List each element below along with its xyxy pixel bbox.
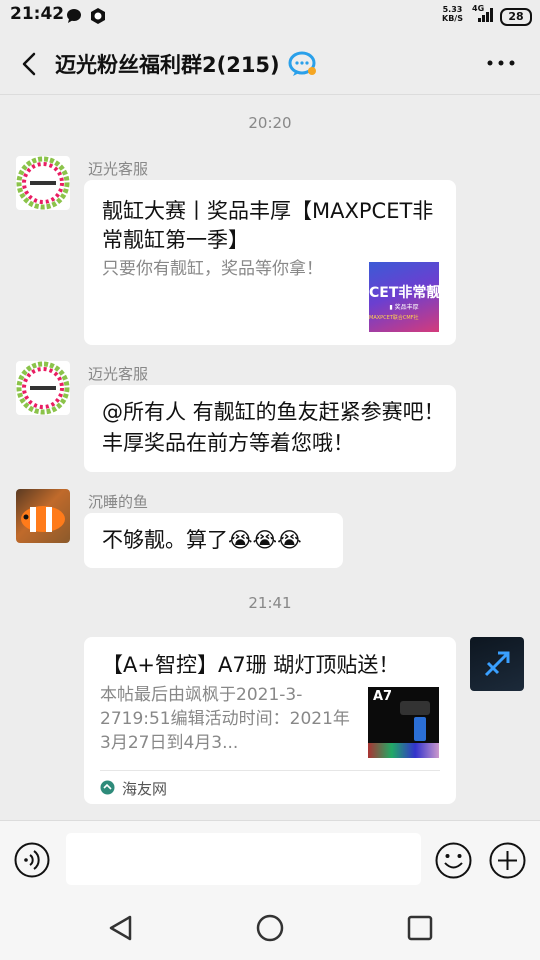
square-recent-icon[interactable]: [407, 915, 433, 941]
link-card[interactable]: 靓缸大赛丨奖品丰厚【MAXPCET非常靓缸第一季】 只要你有靓缸，奖品等你拿！ …: [84, 180, 456, 345]
text-bubble[interactable]: @所有人 有靓缸的鱼友赶紧参赛吧！丰厚奖品在前方等着您哦！: [84, 385, 456, 472]
sender-name: 迈光客服: [88, 160, 149, 178]
input-bar: [0, 820, 540, 899]
message-notification-icon: [67, 9, 81, 23]
thumb-device: [400, 701, 430, 715]
maxpcet-logo-icon: [16, 156, 70, 210]
status-bar: 21:42 5.33 KB/S 4G 28: [0, 0, 540, 32]
avatar[interactable]: [16, 156, 70, 210]
net-speed-value: 5.33: [442, 5, 463, 14]
card-thumbnail: A7: [368, 687, 439, 758]
net-speed-unit: KB/S: [442, 14, 463, 23]
thumb-text: CET非常靓: [369, 285, 439, 301]
emoji-icon[interactable]: [435, 842, 472, 879]
card-divider: [100, 770, 440, 771]
chevron-left-icon[interactable]: [16, 50, 44, 78]
link-card[interactable]: 【A+智控】A7珊 瑚灯顶贴送！ 本帖最后由飒枫于2021-3-2719:51编…: [84, 637, 456, 804]
group-chat-icon: [288, 51, 316, 76]
message-input[interactable]: [66, 833, 421, 885]
chat-header: 迈光粉丝福利群2(215): [0, 32, 540, 95]
time-divider: 21:41: [248, 594, 292, 612]
app-notification-icon: [91, 8, 105, 24]
card-description: 只要你有靓缸，奖品等你拿！: [102, 259, 323, 279]
thumb-subtext: ▮ 奖品丰厚: [389, 304, 419, 311]
sender-name: 沉睡的鱼: [88, 493, 149, 511]
message-text: @所有人 有靓缸的鱼友赶紧参赛吧！丰厚奖品在前方等着您哦！: [102, 400, 445, 455]
thumb-coral: [368, 743, 439, 758]
clownfish-avatar-icon: [21, 506, 65, 532]
sagittarius-avatar-icon: [484, 651, 510, 677]
thumb-footer: MAXPCET联合CMF社: [369, 315, 419, 321]
card-title: 【A+智控】A7珊 瑚灯顶贴送！: [102, 653, 400, 677]
plus-icon[interactable]: [489, 842, 526, 879]
chat-title: 迈光粉丝福利群2(215): [55, 53, 280, 77]
thumb-phone: [414, 717, 426, 741]
sender-name: 迈光客服: [88, 365, 149, 383]
avatar[interactable]: [16, 489, 70, 543]
maxpcet-logo-icon: [16, 361, 70, 415]
text-bubble[interactable]: 不够靓。算了😭😭😭: [84, 513, 343, 568]
card-source: 海友网: [122, 780, 168, 798]
circle-home-icon[interactable]: [256, 914, 284, 942]
avatar[interactable]: [16, 361, 70, 415]
card-title: 靓缸大赛丨奖品丰厚【MAXPCET非常靓缸第一季】: [102, 199, 434, 252]
net-speed: 5.33 KB/S: [442, 5, 463, 23]
self-avatar[interactable]: [470, 637, 524, 691]
voice-icon[interactable]: [14, 842, 50, 878]
message-text: 不够靓。算了😭😭😭: [102, 528, 302, 552]
source-icon: [100, 780, 115, 795]
system-nav-bar: [0, 898, 540, 960]
time-divider: 20:20: [248, 114, 292, 132]
battery-indicator: 28: [500, 8, 532, 26]
card-thumbnail: CET非常靓 ▮ 奖品丰厚 MAXPCET联合CMF社: [369, 262, 439, 332]
signal-icon: [478, 8, 493, 22]
more-dots-icon[interactable]: [484, 54, 518, 72]
triangle-back-icon[interactable]: [108, 915, 134, 941]
thumb-text: A7: [373, 689, 393, 704]
card-description: 本帖最后由飒枫于2021-3-2719:51编辑活动时间：2021年3月27日到…: [100, 685, 350, 753]
status-time: 21:42: [10, 4, 65, 24]
